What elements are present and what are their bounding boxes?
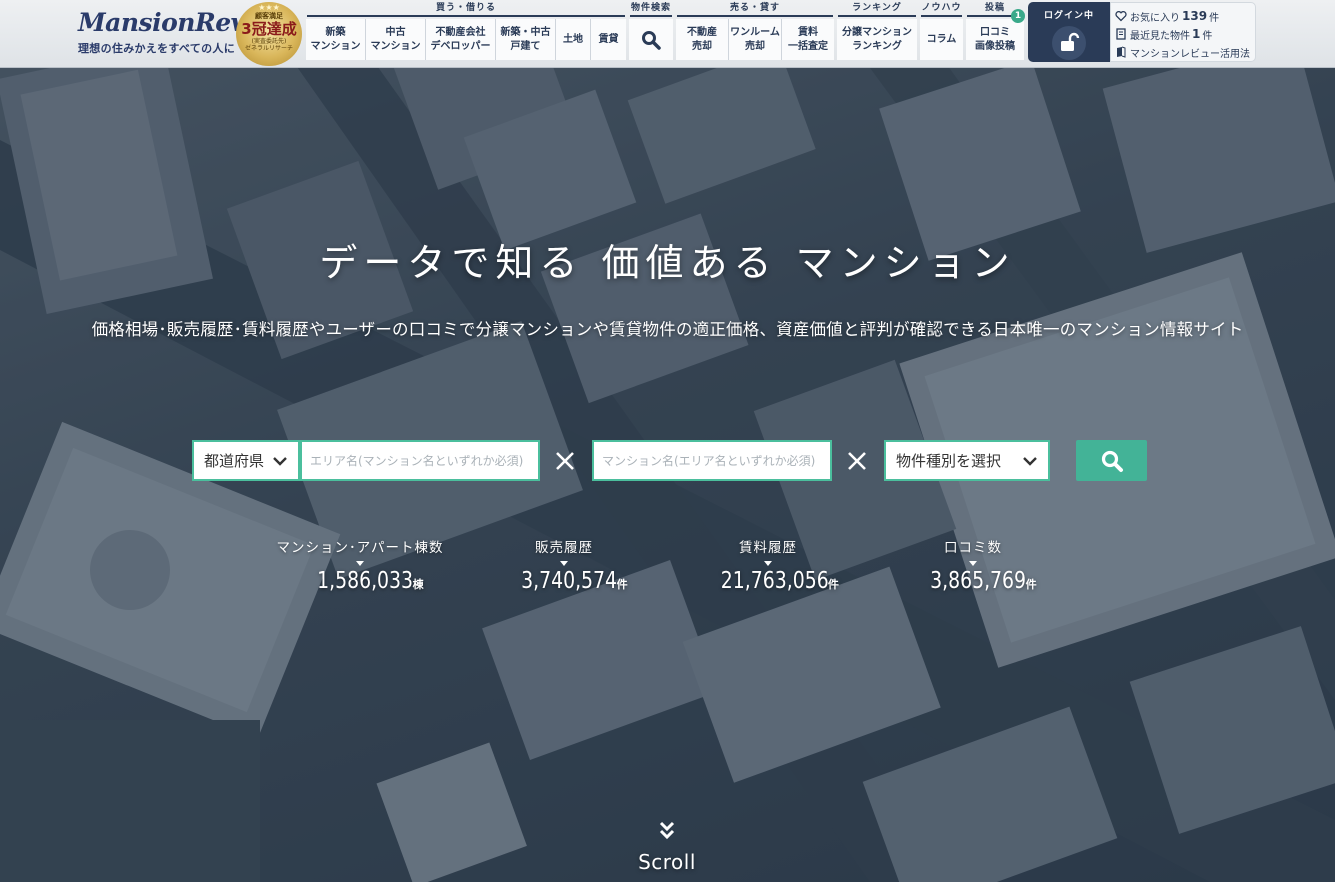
- nav-group-title: 買う・借りる: [307, 0, 625, 17]
- prefecture-select[interactable]: 都道府県: [192, 440, 300, 481]
- building-icon: [1116, 28, 1126, 40]
- nav-used-mansion[interactable]: 中古 マンション: [366, 19, 426, 60]
- post-count-badge: 1: [1011, 9, 1025, 23]
- nav-group-title: ランキング: [838, 0, 916, 17]
- nav-group-sell: 売る・貸す 不動産 売却 ワンルーム 売却 賃料 一括査定: [676, 0, 834, 62]
- favorites-suffix: 件: [1209, 12, 1220, 24]
- stat-label: 販売履歴: [535, 540, 593, 556]
- caret-down-icon: [969, 561, 977, 566]
- property-type-select[interactable]: 物件種別を選択: [884, 440, 1050, 481]
- heart-icon: [1115, 11, 1127, 22]
- site-stats: マンション･アパート棟数 1,586,033 棟 販売履歴 3,740,574 …: [0, 536, 1335, 606]
- double-chevron-down-icon: [659, 821, 675, 840]
- nav-rental[interactable]: 賃貸: [591, 19, 626, 60]
- nav-group-ranking: ランキング 分譲マンション ランキング: [837, 0, 917, 62]
- caret-down-icon: [560, 561, 568, 566]
- multiply-icon: [848, 452, 866, 470]
- stat-value: 21,763,056: [720, 568, 829, 594]
- stat-unit: 棟: [412, 578, 424, 591]
- nav-search-button[interactable]: [629, 19, 673, 60]
- favorites-link[interactable]: お気に入り 139 件: [1115, 7, 1255, 25]
- multiply-icon: [556, 452, 574, 470]
- recent-count: 1: [1192, 27, 1201, 41]
- book-icon: [1117, 46, 1126, 58]
- site-header: MansionReview 理想の住みかえをすべての人に ★★★ 顧客満足 3冠…: [0, 0, 1335, 68]
- stat-unit: 件: [1025, 578, 1037, 591]
- recent-link[interactable]: 最近見た物件 1 件: [1115, 25, 1255, 43]
- award-badge: ★★★ 顧客満足 3冠達成 (実査委託先) ゼネラルリサーチ: [236, 2, 302, 66]
- nav-rent-appraisal[interactable]: 賃料 一括査定: [782, 19, 834, 60]
- nav-land[interactable]: 土地: [556, 19, 591, 60]
- search-icon: [642, 30, 661, 50]
- unlock-icon: [1052, 26, 1086, 60]
- nav-group-search: 物件検索: [629, 0, 673, 62]
- nav-group-knowhow: ノウハウ コラム: [920, 0, 963, 62]
- prefecture-select-label: 都道府県: [204, 452, 265, 470]
- stat-unit: 件: [616, 578, 628, 591]
- chevron-down-icon: [1023, 457, 1037, 466]
- recent-suffix: 件: [1202, 30, 1213, 42]
- award-foot-1: (実査委託先): [251, 38, 287, 45]
- stat-value: 1,586,033: [317, 568, 414, 594]
- mansion-name-input[interactable]: [592, 440, 832, 481]
- stat-label: マンション･アパート棟数: [276, 540, 444, 556]
- scroll-label: Scroll: [638, 850, 696, 874]
- nav-group-buy: 買う・借りる 新築 マンション 中古 マンション 不動産会社 デベロッパー 新築…: [306, 0, 626, 62]
- nav-column[interactable]: コラム: [920, 19, 963, 60]
- nav-ranking[interactable]: 分譲マンション ランキング: [837, 19, 917, 60]
- nav-new-mansion[interactable]: 新築 マンション: [306, 19, 366, 60]
- award-sub: 顧客満足: [255, 12, 283, 20]
- stat-reviews: 口コミ数 3,865,769 件: [863, 536, 1083, 594]
- caret-down-icon: [764, 561, 772, 566]
- stat-value: 3,740,574: [521, 568, 618, 594]
- nav-sell-oneroom[interactable]: ワンルーム 売却: [729, 19, 782, 60]
- caret-down-icon: [356, 561, 364, 566]
- stat-label: 賃料履歴: [739, 540, 797, 556]
- nav-group-title: 物件検索: [630, 0, 672, 17]
- recent-prefix: 最近見た物件: [1130, 30, 1190, 42]
- nav-sell-property[interactable]: 不動産 売却: [676, 19, 729, 60]
- chevron-down-icon: [273, 457, 287, 466]
- nav-house[interactable]: 新築・中古 戸建て: [496, 19, 556, 60]
- stat-unit: 件: [827, 578, 839, 591]
- login-label: ログイン中: [1043, 11, 1094, 21]
- nav-developer[interactable]: 不動産会社 デベロッパー: [426, 19, 496, 60]
- stat-rent-history: 賃料履歴 21,763,056 件: [658, 536, 878, 594]
- logo-tagline: 理想の住みかえをすべての人に: [78, 42, 235, 55]
- logo-text: MansionReview: [78, 8, 291, 37]
- hero-title: データで知る 価値ある マンション: [319, 241, 1016, 285]
- favorites-prefix: お気に入り: [1130, 12, 1180, 24]
- guide-link-label: マンションレビュー活用法: [1130, 48, 1250, 60]
- scroll-indicator[interactable]: Scroll: [617, 820, 717, 874]
- area-input[interactable]: [300, 440, 540, 481]
- favorites-count: 139: [1182, 9, 1208, 23]
- stat-value: 3,865,769: [930, 568, 1027, 594]
- nav-group-title: ノウハウ: [921, 0, 962, 17]
- stat-label: 口コミ数: [944, 540, 1002, 556]
- award-main: 3冠達成: [241, 20, 297, 38]
- stat-buildings: マンション･アパート棟数 1,586,033 棟: [250, 536, 470, 594]
- site-logo[interactable]: MansionReview 理想の住みかえをすべての人に: [78, 8, 291, 60]
- user-panel: お気に入り 139 件 最近見た物件 1 件 マンションレビュー活用法: [1110, 2, 1256, 62]
- login-button[interactable]: ログイン中: [1028, 2, 1110, 62]
- stat-sales-history: 販売履歴 3,740,574 件: [454, 536, 674, 594]
- search-submit-button[interactable]: [1076, 440, 1147, 481]
- guide-link[interactable]: マンションレビュー活用法: [1115, 43, 1255, 61]
- search-icon: [1101, 450, 1123, 472]
- hero-subtitle: 価格相場･販売履歴･賃料履歴やユーザーの口コミで分譲マンションや賃貸物件の適正価…: [91, 320, 1244, 339]
- nav-post-review[interactable]: 口コミ 画像投稿: [966, 19, 1024, 60]
- nav-group-title: 売る・貸す: [677, 0, 833, 17]
- search-bar: 都道府県 物件種別を選択: [0, 440, 1335, 482]
- property-type-select-label: 物件種別を選択: [896, 452, 1002, 470]
- award-foot-2: ゼネラルリサーチ: [244, 45, 293, 52]
